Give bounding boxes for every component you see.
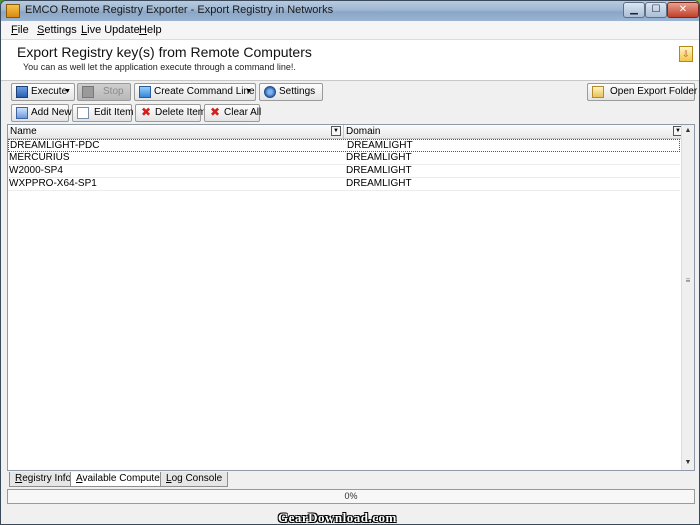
table-row[interactable]: W2000-SP4 DREAMLIGHT (8, 165, 680, 178)
menu-bar: File Settings Live Update Help (1, 21, 699, 40)
cell-domain: DREAMLIGHT (347, 140, 413, 151)
stop-label: Stop (103, 86, 124, 97)
cell-domain: DREAMLIGHT (346, 165, 412, 176)
column-header-domain[interactable]: Domain ▼ (344, 125, 686, 139)
app-window: EMCO Remote Registry Exporter - Export R… (0, 0, 700, 525)
delete-item-label: Delete Item (155, 107, 207, 118)
tab-available-computers-label: vailable Computers (82, 473, 169, 484)
table-row[interactable]: MERCURIUS DREAMLIGHT (8, 152, 680, 165)
progress-bar: 0% (7, 489, 695, 504)
vertical-scrollbar[interactable]: ▲ ≡ ▼ (681, 125, 694, 470)
cell-name: MERCURIUS (9, 152, 70, 163)
scroll-thumb[interactable]: ≡ (683, 276, 693, 288)
add-icon (16, 107, 28, 119)
monitor-icon (16, 86, 28, 98)
create-command-line-button[interactable]: Create Command Line ▼ (134, 83, 256, 101)
column-name-label: Name (10, 126, 37, 137)
stop-icon (82, 86, 94, 98)
gear-icon (264, 86, 276, 98)
app-icon[interactable] (6, 4, 20, 18)
settings-label: Settings (279, 86, 316, 97)
open-export-folder-label: Open Export Folder (610, 86, 698, 97)
menu-settings[interactable]: Settings (37, 24, 77, 36)
cell-domain: DREAMLIGHT (346, 178, 412, 189)
edit-item-button[interactable]: Edit Item (72, 104, 134, 122)
menu-help-label: elp (146, 24, 162, 36)
settings-button[interactable]: Settings (259, 83, 323, 101)
progress-text: 0% (344, 491, 358, 501)
execute-button[interactable]: Execute ▼ (11, 83, 75, 101)
page-title: Export Registry key(s) from Remote Compu… (17, 44, 312, 60)
edit-item-label: Edit Item (94, 107, 134, 118)
menu-help[interactable]: Help (139, 24, 162, 36)
tab-registry-info-label: egistry Info (22, 473, 72, 484)
tab-log-console[interactable]: Log Console (160, 472, 229, 487)
execute-label: Execute (31, 86, 68, 97)
tab-log-console-label: og Console (171, 473, 223, 484)
chevron-down-icon[interactable]: ▼ (64, 84, 71, 100)
cell-name: W2000-SP4 (9, 165, 63, 176)
cell-name: DREAMLIGHT-PDC (10, 140, 100, 151)
menu-settings-label: ettings (44, 24, 77, 36)
create-command-line-label: Create Command Line (154, 86, 255, 97)
tab-available-computers[interactable]: Available Computers (70, 472, 175, 487)
delete-icon: ✖ (140, 105, 152, 119)
clear-all-label: Clear All (224, 107, 262, 118)
minimize-button[interactable]: ▁ (623, 2, 645, 18)
delete-item-button[interactable]: ✖ Delete Item (135, 104, 206, 122)
menu-live-update-label: ive Update (87, 24, 140, 36)
close-button[interactable]: ✕ (667, 2, 699, 18)
add-new-label: Add New (31, 107, 72, 118)
maximize-button[interactable]: ☐ (645, 2, 667, 18)
menu-file[interactable]: File (11, 24, 29, 36)
stop-button[interactable]: Stop (77, 83, 131, 101)
edit-icon (77, 107, 89, 119)
menu-live-update[interactable]: Live Update (81, 24, 140, 36)
chevron-down-icon[interactable]: ▼ (245, 84, 252, 100)
export-icon: ⇩ (679, 46, 693, 62)
clear-icon: ✖ (209, 105, 221, 119)
scroll-up-icon[interactable]: ▲ (683, 125, 693, 137)
menu-file-label: ile (17, 24, 29, 36)
tab-registry-info[interactable]: Registry Info (9, 472, 78, 487)
add-new-button[interactable]: Add New (11, 104, 72, 122)
menu-help-accel: H (139, 24, 147, 36)
clear-all-button[interactable]: ✖ Clear All (204, 104, 262, 122)
table-row[interactable]: WXPPRO-X64-SP1 DREAMLIGHT (8, 178, 680, 191)
command-line-icon (139, 86, 151, 98)
window-title: EMCO Remote Registry Exporter - Export R… (25, 4, 334, 16)
cell-name: WXPPRO-X64-SP1 (9, 178, 97, 189)
computer-list[interactable]: Name ▼ Domain ▼ DREAMLIGHT-PDC DREAMLIGH… (7, 124, 695, 471)
menu-file-accel: F (11, 24, 18, 36)
cell-domain: DREAMLIGHT (346, 152, 412, 163)
page-subtitle: You can as well let the application exec… (23, 62, 296, 72)
page-header: Export Registry key(s) from Remote Compu… (1, 40, 699, 81)
filter-icon[interactable]: ▼ (331, 126, 341, 136)
table-row[interactable]: DREAMLIGHT-PDC DREAMLIGHT (8, 139, 680, 152)
title-bar[interactable]: EMCO Remote Registry Exporter - Export R… (1, 1, 699, 21)
folder-icon (592, 86, 604, 98)
column-header-name[interactable]: Name ▼ (8, 125, 344, 139)
watermark: GearDownload.com (278, 510, 397, 525)
column-domain-label: Domain (346, 126, 381, 137)
scroll-down-icon[interactable]: ▼ (683, 457, 693, 469)
open-export-folder-button[interactable]: Open Export Folder (587, 83, 698, 101)
